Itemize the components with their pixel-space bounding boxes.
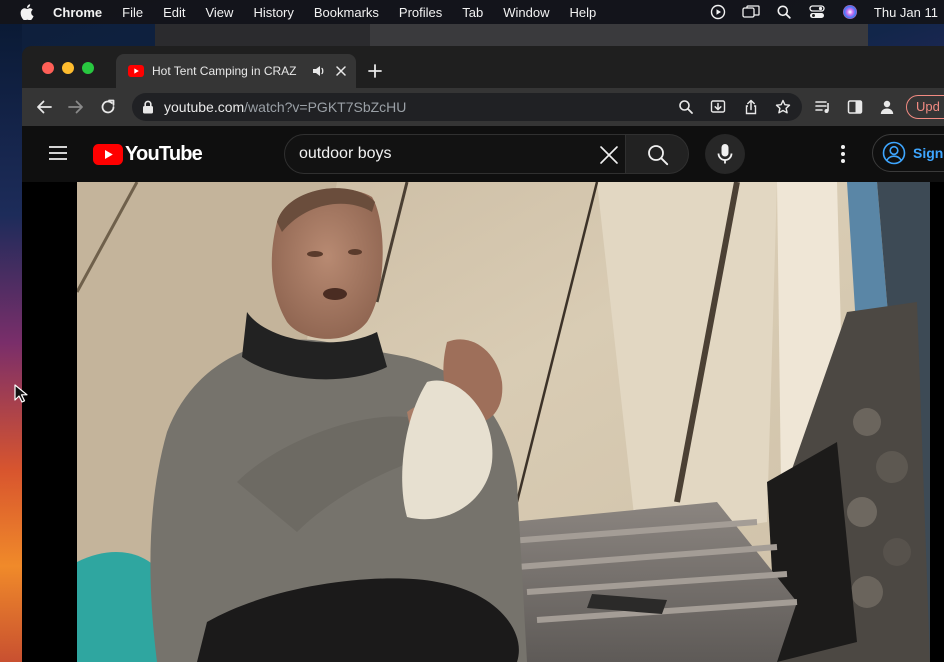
menu-history[interactable]: History — [253, 5, 293, 20]
video-frame[interactable] — [77, 182, 930, 662]
new-tab-icon[interactable] — [368, 64, 382, 78]
menu-bookmarks[interactable]: Bookmarks — [314, 5, 379, 20]
sign-in-button[interactable]: Sign in — [872, 134, 944, 172]
forward-arrow-icon[interactable] — [68, 99, 84, 115]
youtube-favicon-icon — [128, 65, 144, 77]
zoom-search-icon[interactable] — [678, 99, 694, 115]
profile-icon[interactable] — [879, 99, 895, 115]
minimize-window-button[interactable] — [62, 62, 74, 74]
video-frame-image — [77, 182, 930, 662]
menu-profiles[interactable]: Profiles — [399, 5, 442, 20]
account-circle-icon — [882, 141, 906, 165]
menu-tab[interactable]: Tab — [462, 5, 483, 20]
browser-toolbar: youtube.com/watch?v=PGKT7SbZcHU Upd — [22, 88, 944, 126]
update-button[interactable]: Upd — [906, 95, 944, 119]
youtube-masthead: YouTube Sign in — [22, 126, 944, 182]
screen-mirroring-icon[interactable] — [742, 4, 760, 20]
menu-edit[interactable]: Edit — [163, 5, 185, 20]
address-bar[interactable]: youtube.com/watch?v=PGKT7SbZcHU — [132, 93, 802, 121]
install-app-icon[interactable] — [710, 99, 726, 115]
sign-in-label: Sign in — [913, 145, 944, 161]
settings-kebab-icon[interactable] — [834, 144, 852, 164]
menu-hamburger-icon[interactable] — [48, 145, 68, 161]
search-input[interactable] — [299, 143, 579, 165]
bookmark-star-icon[interactable] — [775, 99, 791, 115]
tab-close-icon[interactable] — [336, 66, 346, 76]
audio-playing-icon[interactable] — [312, 64, 326, 78]
menubar-clock[interactable]: Thu Jan 11 — [874, 5, 938, 20]
youtube-play-logo-icon — [93, 143, 123, 165]
menu-view[interactable]: View — [205, 5, 233, 20]
back-arrow-icon[interactable] — [36, 99, 52, 115]
search-button[interactable] — [625, 134, 689, 174]
play-circle-icon[interactable] — [709, 4, 727, 20]
side-panel-icon[interactable] — [847, 99, 863, 115]
url-text[interactable]: youtube.com/watch?v=PGKT7SbZcHU — [164, 99, 406, 115]
tab-title: Hot Tent Camping in CRAZ — [152, 64, 297, 78]
url-path: /watch?v=PGKT7SbZcHU — [244, 99, 407, 115]
menu-file[interactable]: File — [122, 5, 143, 20]
microphone-icon — [717, 144, 733, 164]
search-icon — [648, 145, 669, 166]
reload-icon[interactable] — [100, 99, 116, 115]
menu-app-name[interactable]: Chrome — [53, 5, 102, 20]
search-box[interactable] — [284, 134, 626, 174]
youtube-logo[interactable]: YouTube — [93, 142, 203, 166]
url-host: youtube.com — [164, 99, 245, 115]
chrome-window: Hot Tent Camping in CRAZ youtube.com/wat… — [22, 46, 944, 662]
video-player[interactable] — [22, 182, 944, 662]
mouse-pointer-icon — [14, 384, 28, 403]
spotlight-search-icon[interactable] — [775, 4, 793, 20]
share-icon[interactable] — [743, 99, 759, 115]
tab-strip: Hot Tent Camping in CRAZ — [22, 46, 944, 88]
zoom-window-button[interactable] — [82, 62, 94, 74]
youtube-wordmark: YouTube — [125, 142, 203, 165]
menu-help[interactable]: Help — [570, 5, 597, 20]
close-window-button[interactable] — [42, 62, 54, 74]
media-controls-icon[interactable] — [815, 99, 831, 115]
menu-window[interactable]: Window — [503, 5, 549, 20]
desktop-wallpaper — [0, 24, 22, 662]
voice-search-button[interactable] — [705, 134, 745, 174]
site-info-icon[interactable] — [142, 100, 154, 114]
control-center-icon[interactable] — [808, 4, 826, 20]
siri-icon[interactable] — [841, 4, 859, 20]
browser-tab-active[interactable]: Hot Tent Camping in CRAZ — [116, 54, 356, 88]
clear-search-icon[interactable] — [599, 145, 619, 165]
macos-menu-bar: Chrome File Edit View History Bookmarks … — [0, 0, 944, 24]
apple-menu-icon[interactable] — [19, 4, 35, 20]
